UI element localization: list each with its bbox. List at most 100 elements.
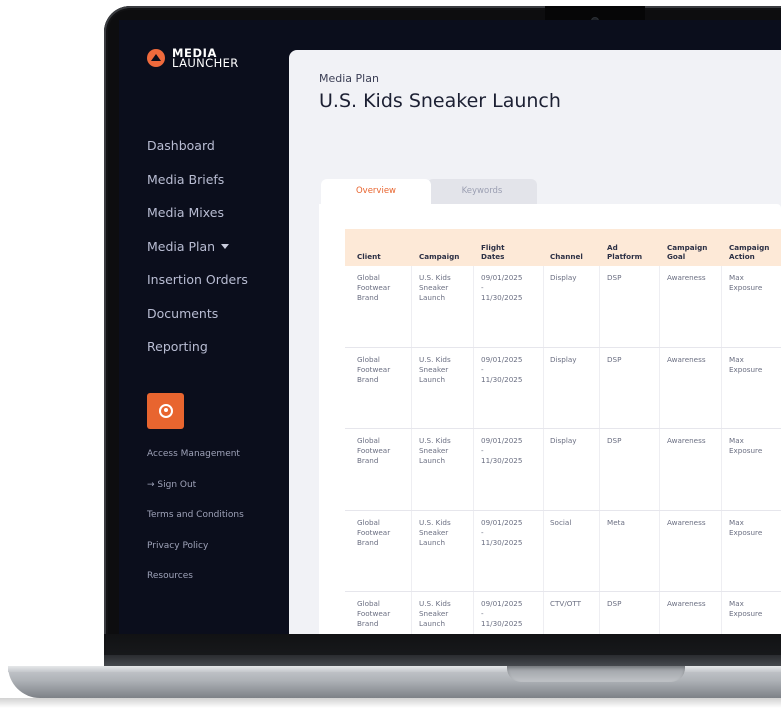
column-divider [411,347,412,428]
sidebar-footer-links: Access Management → Sign Out Terms and C… [147,448,244,601]
cell-campaign: U.S. Kids Sneaker Launch [419,599,451,628]
column-divider [659,510,660,591]
laptop-shadow [0,698,781,708]
cell-flight: 09/01/2025 - 11/30/2025 [481,599,523,628]
column-divider [659,429,660,510]
sidebar-nav: Dashboard Media Briefs Media Mixes Media… [147,138,248,373]
cell-client: Global Footwear Brand [357,517,391,547]
column-header-channel[interactable]: Channel [550,229,583,266]
sidebar-item-label: Dashboard [147,138,215,153]
column-divider [721,429,722,510]
user-profile-button[interactable] [147,393,184,429]
column-divider [599,266,600,347]
brand-line-2: LAUNCHER [172,56,239,70]
sidebar-item-label: Media Mixes [147,205,224,220]
column-divider [411,429,412,510]
column-header-campaign[interactable]: Campaign [419,229,459,266]
column-header-flight[interactable]: Flight Dates [481,229,505,266]
cell-platform: DSP [607,273,622,282]
column-divider [473,429,474,510]
page-title: U.S. Kids Sneaker Launch [319,90,561,112]
media-plan-table: Client Campaign Flight Dates Channel Ad Plat… [345,229,781,634]
column-divider [543,510,544,591]
privacy-policy-link[interactable]: Privacy Policy [147,540,244,571]
cell-platform: DSP [607,436,622,445]
access-management-link[interactable]: Access Management [147,448,244,479]
table-row[interactable]: Global Footwear Brand U.S. Kids Sneaker L… [345,347,781,429]
sidebar-item-label: Media Briefs [147,171,225,187]
column-divider [543,429,544,510]
user-icon [158,404,173,418]
sidebar-item-media-plan[interactable]: Media Plan [147,239,248,273]
column-header-action[interactable]: Campaign Action [729,229,769,266]
table-row[interactable]: Global Footwear Brand U.S. Kids Sneaker L… [345,429,781,511]
sidebar-item-dashboard[interactable]: Dashboard [147,138,248,172]
column-divider [543,347,544,428]
sidebar-item-reporting[interactable]: Reporting [147,339,248,373]
cell-campaign: U.S. Kids Sneaker Launch [419,354,451,384]
sidebar-item-media-briefs[interactable]: Media Briefs [147,172,248,206]
cell-goal: Awareness [667,354,706,364]
column-header-platform[interactable]: Ad Platform [607,229,642,266]
cell-action: Max Exposure [729,599,763,618]
cell-action: Max Exposure [729,517,763,537]
column-divider [599,347,600,428]
table-row[interactable]: Global Footwear Brand U.S. Kids Sneaker L… [345,510,781,592]
tab-overview[interactable]: Overview [321,179,431,204]
column-divider [659,592,660,634]
column-divider [721,510,722,591]
column-header-client[interactable]: Client [357,229,381,266]
sign-out-link[interactable]: → Sign Out [147,479,244,510]
column-divider [473,266,474,347]
cell-platform: DSP [607,354,622,364]
column-divider [411,266,412,347]
table-header: Client Campaign Flight Dates Channel Ad Plat… [345,229,781,266]
cell-client: Global Footwear Brand [357,436,391,465]
column-divider [411,510,412,591]
cell-campaign: U.S. Kids Sneaker Launch [419,436,451,465]
column-divider [721,347,722,428]
main-content: Media Plan U.S. Kids Sneaker Launch Keyw… [289,50,781,634]
table-row[interactable]: Global Footwear Brand U.S. Kids Sneaker L… [345,592,781,634]
cell-campaign: U.S. Kids Sneaker Launch [419,517,451,547]
cell-platform: DSP [607,599,622,608]
cell-flight: 09/01/2025 - 11/30/2025 [481,517,523,547]
column-divider [543,266,544,347]
cell-action: Max Exposure [729,436,763,455]
table-row[interactable]: Global Footwear Brand U.S. Kids Sneaker L… [345,266,781,348]
sidebar-item-insertion-orders[interactable]: Insertion Orders [147,272,248,306]
sidebar-item-media-mixes[interactable]: Media Mixes [147,205,248,239]
cell-goal: Awareness [667,273,706,282]
cell-goal: Awareness [667,436,706,445]
trackpad-notch [507,666,685,682]
table-body: Global Footwear Brand U.S. Kids Sneaker L… [345,266,781,634]
resources-link[interactable]: Resources [147,570,244,601]
cell-flight: 09/01/2025 - 11/30/2025 [481,436,523,465]
overview-card: Client Campaign Flight Dates Channel Ad Plat… [319,204,781,634]
sidebar-item-label: Reporting [147,339,208,354]
column-header-goal[interactable]: Campaign Goal [667,229,707,266]
terms-link[interactable]: Terms and Conditions [147,509,244,540]
sidebar-item-label: Documents [147,305,219,321]
column-divider [411,592,412,634]
tab-keywords[interactable]: Keywords [427,179,537,204]
column-divider [599,510,600,591]
column-divider [659,266,660,347]
cell-channel: Display [550,354,577,364]
cell-flight: 09/01/2025 - 11/30/2025 [481,273,523,302]
sidebar-item-documents[interactable]: Documents [147,306,248,340]
column-divider [721,266,722,347]
cell-flight: 09/01/2025 - 11/30/2025 [481,354,523,384]
cell-action: Max Exposure [729,273,763,292]
sidebar-item-label: Media Plan [147,238,216,254]
cell-goal: Awareness [667,517,706,527]
app-screen: MEDIA LAUNCHER Dashboard Media Briefs Me… [119,20,781,634]
cell-platform: Meta [607,517,625,527]
column-divider [599,429,600,510]
column-divider [599,592,600,634]
brand-logo-icon [147,49,165,67]
cell-client: Global Footwear Brand [357,354,391,384]
brand-logo[interactable]: MEDIA LAUNCHER [147,47,239,70]
column-divider [473,592,474,634]
column-divider [473,347,474,428]
